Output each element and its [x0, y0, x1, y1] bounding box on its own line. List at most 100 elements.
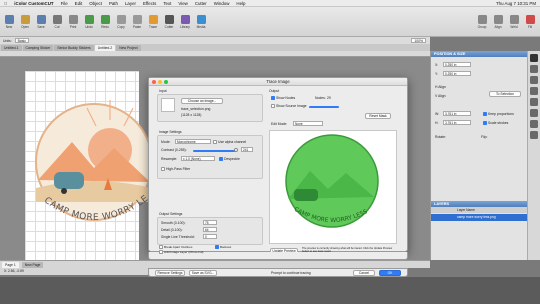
coords-readout: X: 2.86, -0.89 [0, 268, 148, 275]
tab-new-project[interactable]: New Project [116, 44, 141, 51]
toolbar-copy-button[interactable]: Copy [115, 14, 127, 29]
ok-button[interactable]: OK [379, 270, 401, 276]
mode-select[interactable]: Monochrome [175, 139, 211, 144]
save-as-svg-button[interactable]: Save as SVG... [189, 270, 217, 276]
eraser-icon[interactable] [530, 131, 538, 139]
apple-icon[interactable]:  [4, 1, 7, 6]
menu-text[interactable]: Text [163, 1, 171, 6]
toolbar-group-button[interactable]: Group [476, 14, 488, 29]
toolbar-cut-button[interactable]: Cut [51, 14, 63, 29]
input-dims: (1128 x 1128) [181, 113, 202, 117]
single-line-threshold-label: Single Line Threshold: [161, 235, 195, 239]
menu-effects[interactable]: Effects [143, 1, 156, 6]
w-field[interactable]: 3.761 in [443, 111, 471, 116]
toolbar-cutter-button[interactable]: Cutter [163, 14, 175, 29]
toolbar-weld-button[interactable]: Weld [508, 14, 520, 29]
copy-icon [116, 14, 126, 24]
menu-edit[interactable]: Edit [75, 1, 83, 6]
toolbar-paste-button[interactable]: Paste [131, 14, 143, 29]
close-icon[interactable] [152, 80, 156, 84]
y-field[interactable]: 0.250 in [443, 71, 471, 76]
show-nodes-checkbox[interactable]: Show Nodes [271, 96, 295, 100]
contrast-slider-knob[interactable] [234, 148, 238, 152]
edit-mode-select[interactable]: None [293, 121, 323, 126]
tab-untitled-2[interactable]: Untitled-2 [94, 44, 116, 51]
menu-app-name[interactable]: iColor CustomCUT [14, 1, 53, 6]
weld-icon [509, 14, 519, 24]
edit-mode-label: Edit Mode: [271, 122, 288, 126]
menu-layer[interactable]: Layer [125, 1, 136, 6]
use-alpha-checkbox[interactable]: Use alpha channel [213, 140, 246, 144]
zoom-tool-icon[interactable] [530, 109, 538, 117]
printer-icon [68, 14, 78, 24]
zoom-select[interactable]: 100% [411, 38, 426, 43]
resample-select[interactable]: x 1.0 (None) [181, 156, 215, 161]
ruler [0, 51, 430, 57]
tab-senior-buddy[interactable]: Senior Buddy Stickers [54, 44, 94, 51]
text-tool-icon[interactable] [530, 98, 538, 106]
h-field[interactable]: 3.761 in [443, 120, 471, 125]
show-source-checkbox[interactable]: Show Source Image [271, 104, 307, 108]
menu-view[interactable]: View [178, 1, 187, 6]
menu-file[interactable]: File [61, 1, 68, 6]
toolbar-new-button[interactable]: New [3, 14, 15, 29]
smooth-label: Smooth (0-100): [161, 221, 186, 225]
select-arrow-icon[interactable] [530, 54, 538, 62]
output-settings-label: Output Settings [159, 212, 183, 216]
toolbar-library-button[interactable]: Library [179, 14, 191, 29]
to-selection-button[interactable]: To Selection [489, 91, 521, 97]
toolbar-fill-button[interactable]: Fill [524, 14, 536, 29]
menu-cutter[interactable]: Cutter [195, 1, 207, 6]
menu-help[interactable]: Help [236, 1, 245, 6]
contrast-slider[interactable] [193, 150, 237, 152]
threshold-field[interactable]: 0 [203, 234, 217, 239]
minimize-icon[interactable] [158, 80, 162, 84]
contrast-field[interactable]: 241 [241, 147, 253, 152]
menu-object[interactable]: Object [89, 1, 102, 6]
group-icon [477, 14, 487, 24]
add-image-layer-checkbox[interactable]: Add Image Layer (Print+Cut) [159, 250, 203, 254]
toolbar-redo-button[interactable]: Redo [99, 14, 111, 29]
units-select[interactable]: Basic [14, 38, 29, 43]
layer-row[interactable]: camp more worry less.png [431, 214, 527, 221]
despeckle-checkbox[interactable]: Despeckle [219, 157, 240, 161]
smooth-field[interactable]: 75 [203, 220, 217, 225]
menu-window[interactable]: Window [214, 1, 230, 6]
zoom-icon[interactable] [164, 80, 168, 84]
choose-image-button[interactable]: Choose an image... [181, 98, 223, 104]
new-page-button[interactable]: New Page [21, 261, 44, 268]
menu-path[interactable]: Path [109, 1, 118, 6]
prompt-continue-label: Prompt to continue tracing [271, 271, 311, 275]
folder-icon [20, 14, 30, 24]
x-field[interactable]: 0.250 in [443, 62, 471, 67]
cancel-button[interactable]: Cancel [353, 270, 375, 276]
tab-camping-sticker[interactable]: Camping Sticker [22, 44, 54, 51]
keep-proportions-checkbox[interactable]: Keep proportions [483, 112, 514, 116]
trace-preview[interactable]: CAMP MORE WORRY LESS [269, 130, 397, 244]
remove-settings-button[interactable]: Remove Settings [155, 270, 185, 276]
toolbar-undo-button[interactable]: Undo [83, 14, 95, 29]
tab-untitled-1[interactable]: Untitled-1 [1, 44, 22, 51]
break-apart-checkbox[interactable]: Break Apart Outlines [159, 245, 192, 249]
detail-field[interactable]: 64 [203, 227, 217, 232]
pen-icon[interactable] [530, 76, 538, 84]
hand-tool-icon[interactable] [530, 120, 538, 128]
canvas-artwork[interactable]: CAMP MORE WORRY LESS [32, 90, 152, 254]
bottom-area [0, 277, 540, 304]
scale-strokes-checkbox[interactable]: Scale strokes [483, 121, 508, 125]
toolbar-trace-button[interactable]: Trace [147, 14, 159, 29]
toolbar-open-button[interactable]: Open [19, 14, 31, 29]
reset-mask-button[interactable]: Reset Mask [365, 113, 391, 119]
node-edit-icon[interactable] [530, 65, 538, 73]
shape-icon[interactable] [530, 87, 538, 95]
toolbar-save-button[interactable]: Save [35, 14, 47, 29]
toolbar-media-button[interactable]: Media [195, 14, 207, 29]
source-opacity-slider[interactable] [309, 106, 339, 108]
toolbar-print-button[interactable]: Print [67, 14, 79, 29]
x-label: X: [435, 63, 439, 67]
backout-checkbox[interactable]: Backout [215, 245, 231, 249]
high-pass-checkbox[interactable]: High-Pass Filter [161, 167, 190, 171]
options-bar: Units: Basic 100% [0, 37, 430, 44]
toolbar-align-button[interactable]: Align [492, 14, 504, 29]
page-1-tab[interactable]: Page 1 [2, 261, 19, 268]
